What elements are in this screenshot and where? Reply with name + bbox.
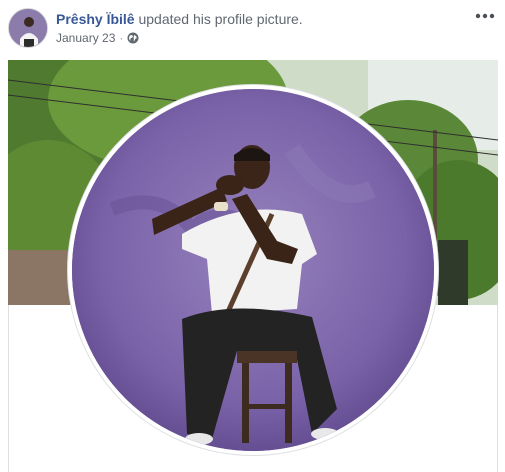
post-action-text: updated his profile picture. — [138, 11, 303, 27]
more-horizontal-icon — [475, 13, 495, 19]
post-meta: January 23 · — [56, 31, 139, 45]
meta-separator: · — [119, 31, 124, 45]
profile-picture[interactable] — [68, 85, 438, 455]
author-name-link[interactable]: Prêshy Ïbilê — [56, 11, 135, 27]
post-header: Prêshy Ïbilê updated his profile picture… — [0, 0, 505, 60]
profile-picture-image — [72, 89, 434, 451]
post-date-link[interactable]: January 23 — [56, 31, 115, 45]
more-options-button[interactable] — [473, 8, 497, 24]
globe-icon[interactable] — [127, 32, 139, 44]
author-line: Prêshy Ïbilê updated his profile picture… — [56, 11, 303, 27]
avatar[interactable] — [8, 8, 48, 48]
post-media[interactable] — [8, 60, 498, 472]
avatar-image — [9, 9, 47, 47]
